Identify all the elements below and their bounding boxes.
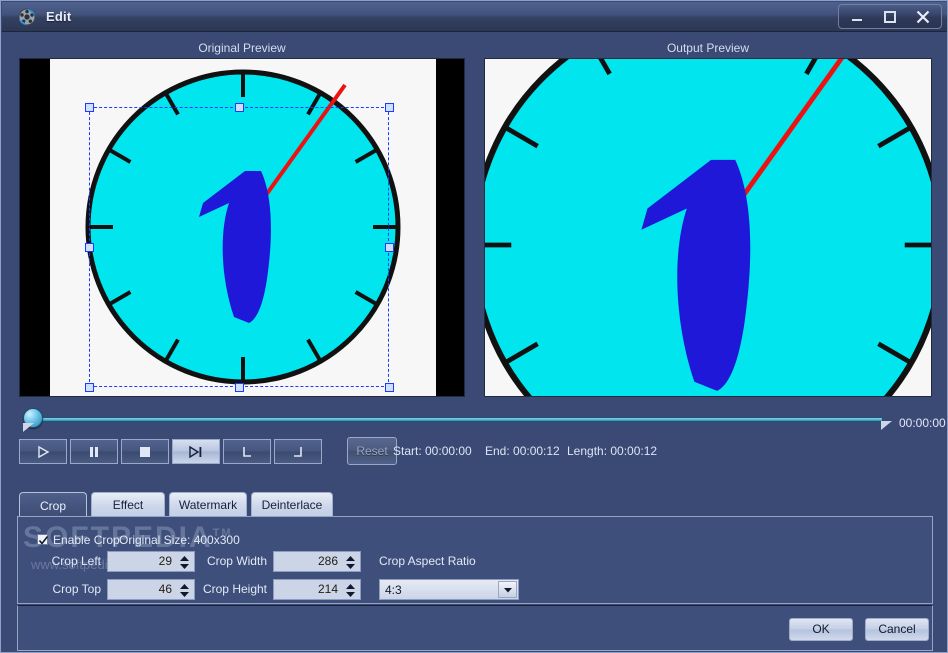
set-start-button[interactable]	[223, 439, 271, 464]
current-time-display: 00:00:00	[899, 416, 946, 430]
crop-aspect-ratio-value: 4:3	[385, 583, 402, 597]
letterbox-left	[20, 59, 50, 396]
length-label: Length: 00:00:12	[567, 444, 658, 458]
original-preview-label: Original Preview	[198, 41, 286, 55]
crop-handle-bottom-right[interactable]	[385, 383, 394, 392]
crop-handle-bottom-left[interactable]	[85, 383, 94, 392]
title-bar: Edit	[2, 2, 947, 32]
tab-effect[interactable]: Effect	[91, 492, 165, 517]
tab-deinterlace-label: Deinterlace	[261, 498, 323, 512]
crop-handle-middle-right[interactable]	[385, 243, 394, 252]
pause-button[interactable]	[70, 439, 118, 464]
window-controls	[838, 4, 942, 29]
seek-end-marker[interactable]	[881, 421, 892, 430]
crop-top-label: Crop Top	[52, 582, 101, 596]
crop-aspect-ratio-label: Crop Aspect Ratio	[379, 554, 476, 568]
crop-handle-bottom-center[interactable]	[235, 383, 244, 392]
output-preview-label: Output Preview	[666, 41, 750, 55]
crop-handle-top-center[interactable]	[235, 103, 244, 112]
seek-track[interactable]	[31, 417, 883, 422]
crop-left-value: 29	[158, 554, 172, 568]
crop-width-input[interactable]: 286	[273, 551, 361, 572]
crop-width-stepper[interactable]	[345, 555, 356, 570]
play-button[interactable]	[19, 439, 67, 464]
start-time-label: Start: 00:00:00	[393, 444, 472, 458]
window-title: Edit	[46, 9, 72, 24]
crop-top-value: 46	[158, 582, 172, 596]
enable-crop-checkbox[interactable]	[37, 534, 49, 545]
minimize-button[interactable]	[841, 5, 873, 28]
letterbox-right	[434, 59, 464, 396]
crop-handle-top-right[interactable]	[385, 103, 394, 112]
close-button[interactable]	[907, 5, 939, 28]
original-preview-pane[interactable]	[19, 58, 465, 397]
cancel-button[interactable]: Cancel	[865, 618, 929, 641]
set-end-button[interactable]	[274, 439, 322, 464]
crop-top-input[interactable]: 46	[107, 579, 195, 600]
original-size-label: Original Size: 400x300	[119, 533, 240, 547]
crop-handle-top-left[interactable]	[85, 103, 94, 112]
crop-left-input[interactable]: 29	[107, 551, 195, 572]
crop-height-stepper[interactable]	[345, 583, 356, 598]
tab-watermark-label: Watermark	[178, 498, 238, 512]
end-time-label: End: 00:00:12	[485, 444, 560, 458]
chevron-down-icon[interactable]	[498, 581, 517, 598]
crop-handle-middle-left[interactable]	[85, 243, 94, 252]
tab-effect-label: Effect	[112, 498, 144, 512]
crop-left-label: Crop Left	[51, 554, 101, 568]
seek-bar[interactable]: 00:00:00	[19, 407, 946, 433]
crop-aspect-ratio-select[interactable]: 4:3	[379, 579, 519, 600]
output-preview-pane	[484, 58, 932, 397]
film-reel-icon	[16, 6, 38, 28]
crop-width-value: 286	[317, 554, 338, 568]
crop-height-label: Crop Height	[202, 582, 267, 596]
tab-watermark[interactable]: Watermark	[169, 492, 247, 517]
crop-width-label: Crop Width	[206, 554, 267, 568]
ok-button[interactable]: OK	[789, 618, 853, 641]
tab-crop[interactable]: Crop	[19, 492, 87, 519]
output-clock-image	[485, 59, 931, 396]
reset-button[interactable]: Reset	[347, 437, 397, 465]
stop-button[interactable]	[121, 439, 169, 464]
edit-dialog-window: Edit Original Preview Output Preview 00:…	[0, 0, 948, 653]
crop-height-input[interactable]: 214	[273, 579, 361, 600]
enable-crop-label: Enable Crop	[53, 533, 120, 547]
tab-crop-label: Crop	[39, 499, 66, 513]
tab-deinterlace[interactable]: Deinterlace	[251, 492, 333, 517]
next-frame-button[interactable]	[172, 439, 220, 464]
crop-height-value: 214	[317, 582, 338, 596]
maximize-button[interactable]	[874, 5, 906, 28]
seek-start-marker[interactable]	[23, 423, 34, 432]
